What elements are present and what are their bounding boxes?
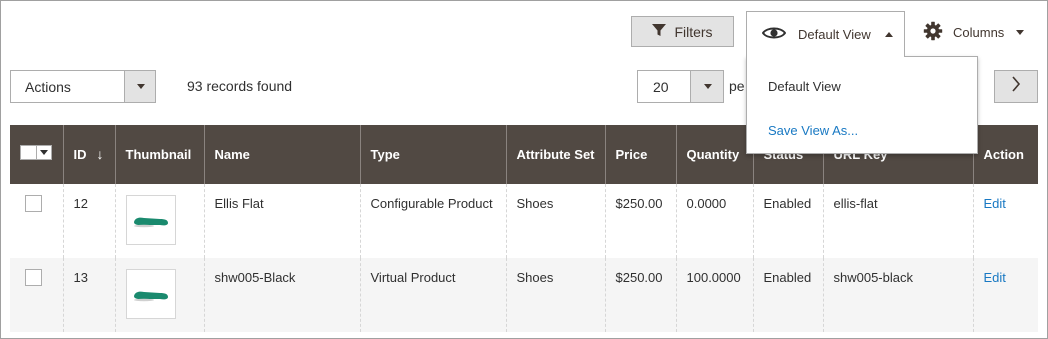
- column-id-label: ID: [73, 147, 87, 162]
- cell-type: Configurable Product: [360, 184, 507, 258]
- product-thumbnail[interactable]: [125, 195, 176, 245]
- chevron-right-icon: [1011, 75, 1021, 98]
- row-checkbox[interactable]: [25, 269, 42, 286]
- columns-dropdown[interactable]: Columns: [923, 15, 1025, 49]
- menu-item-default-view[interactable]: Default View: [768, 79, 841, 94]
- cell-status: Enabled: [753, 258, 824, 332]
- mass-select-dropdown-icon[interactable]: [37, 145, 52, 160]
- actions-label: Actions: [25, 79, 71, 95]
- caret-down-icon: [1016, 29, 1025, 35]
- cell-price: $250.00: [605, 184, 677, 258]
- cell-attribute-set: Shoes: [506, 184, 606, 258]
- per-page-select[interactable]: 20: [637, 70, 724, 103]
- products-grid: ID ↓ Thumbnail Name Type Attribute Set Pr…: [10, 125, 1038, 332]
- column-quantity[interactable]: Quantity: [676, 125, 754, 184]
- mass-select-header[interactable]: [10, 125, 64, 184]
- default-view-dropdown[interactable]: Default View: [746, 11, 905, 57]
- per-page-label: pe: [729, 78, 745, 94]
- column-action: Action: [973, 125, 1038, 184]
- product-thumbnail[interactable]: [125, 269, 176, 319]
- column-thumbnail: Thumbnail: [115, 125, 205, 184]
- column-name[interactable]: Name: [204, 125, 361, 184]
- cell-id: 13: [63, 258, 116, 332]
- caret-up-icon: [884, 32, 893, 37]
- column-attribute-set[interactable]: Attribute Set: [506, 125, 606, 184]
- actions-arrow-icon: [124, 71, 155, 102]
- per-page-value: 20: [653, 79, 669, 95]
- cell-status: Enabled: [753, 184, 824, 258]
- cell-quantity: 100.0000: [676, 258, 754, 332]
- sort-arrow-icon: ↓: [96, 146, 104, 162]
- column-type[interactable]: Type: [360, 125, 507, 184]
- cell-id: 12: [63, 184, 116, 258]
- cell-url-key: ellis-flat: [823, 184, 974, 258]
- edit-link[interactable]: Edit: [984, 270, 1006, 285]
- columns-label: Columns: [953, 24, 1005, 40]
- cell-name: shw005-Black: [204, 258, 361, 332]
- gear-icon: [923, 21, 943, 44]
- cell-price: $250.00: [605, 258, 677, 332]
- next-page-button[interactable]: [994, 70, 1038, 103]
- filters-label: Filters: [674, 23, 713, 40]
- records-count: 93 records found: [187, 78, 293, 94]
- column-price[interactable]: Price: [605, 125, 677, 184]
- table-row: 13 shw005-Black Virtual Product Shoes $2…: [10, 258, 1038, 332]
- mass-select-checkbox[interactable]: [20, 145, 52, 160]
- cell-name: Ellis Flat: [204, 184, 361, 258]
- cell-url-key: shw005-black: [823, 258, 974, 332]
- cell-type: Virtual Product: [360, 258, 507, 332]
- cell-attribute-set: Shoes: [506, 258, 606, 332]
- edit-link[interactable]: Edit: [984, 196, 1006, 211]
- product-grid-panel: Filters Default View Columns Actions 93 …: [0, 0, 1048, 339]
- column-id[interactable]: ID ↓: [63, 125, 116, 184]
- filters-button[interactable]: Filters: [631, 16, 734, 47]
- filter-icon: [652, 23, 667, 40]
- view-dropdown-menu: Default View Save View As...: [746, 56, 978, 154]
- row-checkbox[interactable]: [25, 195, 42, 212]
- view-label: Default View: [798, 27, 871, 42]
- table-row: 12 Ellis Flat Configurable Product Shoes…: [10, 184, 1038, 258]
- cell-quantity: 0.0000: [676, 184, 754, 258]
- menu-item-save-view-as[interactable]: Save View As...: [768, 123, 858, 138]
- per-page-arrow-icon: [690, 71, 723, 102]
- actions-select[interactable]: Actions: [10, 70, 156, 103]
- eye-icon: [761, 26, 787, 43]
